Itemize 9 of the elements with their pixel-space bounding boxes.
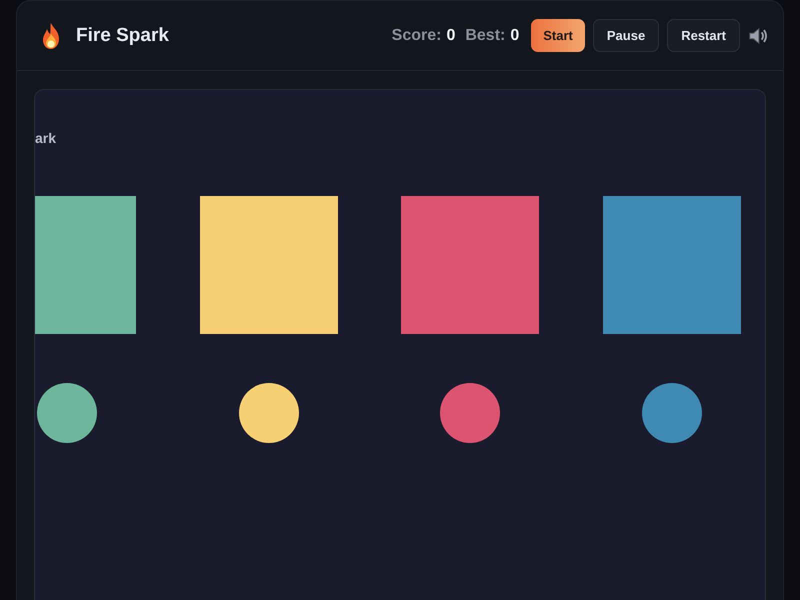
score-value: 0 bbox=[446, 26, 456, 44]
app-title: Fire Spark bbox=[76, 24, 169, 46]
best-label: Best: bbox=[465, 26, 506, 44]
board-caption: ark bbox=[35, 130, 58, 146]
score-label: Score: bbox=[392, 26, 442, 44]
best-value: 0 bbox=[510, 26, 520, 44]
game-button[interactable]: Start bbox=[531, 19, 585, 52]
game-button[interactable]: Restart bbox=[667, 19, 740, 52]
game-button[interactable]: Pause bbox=[592, 19, 660, 52]
